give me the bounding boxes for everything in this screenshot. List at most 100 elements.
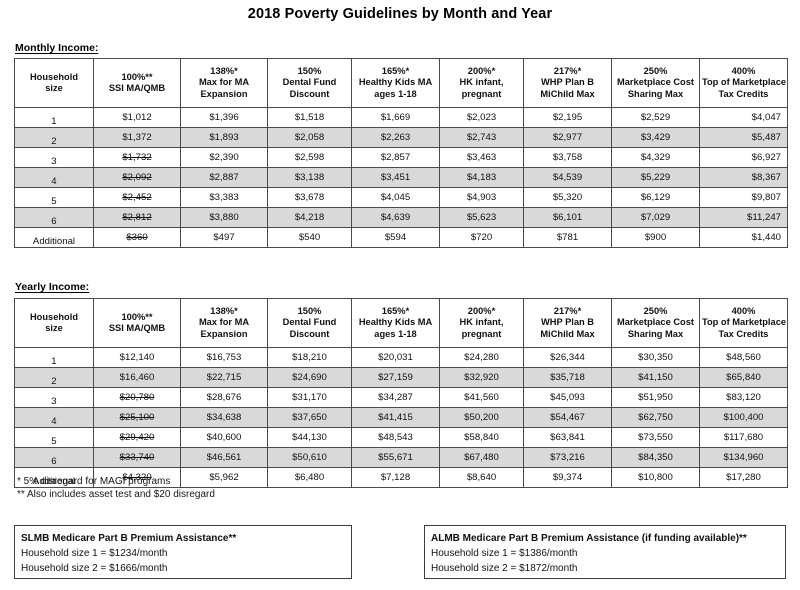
superseded-value: $29,420 <box>119 432 155 443</box>
value-cell: $8,640 <box>439 467 524 488</box>
value-cell: $18,210 <box>267 347 352 368</box>
table-row: 6 $33,740 $46,561 $50,610 $55,671 $67,480 $73,… <box>14 447 788 468</box>
value-cell: $41,150 <box>611 367 700 388</box>
household-size-cell: 2 <box>14 127 94 148</box>
column-header-5: 200%* HK infant, pregnant <box>439 298 524 348</box>
table-row: 3 $1,732 $2,390 $2,598 $2,857 $3,463 $3,758 $4,… <box>14 147 788 168</box>
page-title: 2018 Poverty Guidelines by Month and Yea… <box>247 6 553 22</box>
slmb-household-size-2: Household size 2 = $1666/month <box>21 563 168 574</box>
column-header-line: 165%* <box>381 65 410 76</box>
column-header-5: 200%* HK infant, pregnant <box>439 58 524 108</box>
value-cell: $20,031 <box>351 347 440 368</box>
value-cell: $34,287 <box>351 387 440 408</box>
column-header-line: Max for MA <box>198 317 250 328</box>
column-header-line: 250% <box>643 65 668 76</box>
value-cell: $33,740 <box>93 447 181 468</box>
column-header-3: 150% Dental Fund Discount <box>267 58 352 108</box>
header-row: Household size 100%** SSI MA/QMB 138%* Max fo… <box>14 58 788 108</box>
value-cell: $781 <box>523 227 612 248</box>
value-cell: $32,920 <box>439 367 524 388</box>
value-cell: $3,138 <box>267 167 352 188</box>
column-header-line: Marketplace Cost <box>617 77 694 88</box>
table-row: 1 $1,012 $1,396 $1,518 $1,669 $2,023 $2,195 $2,… <box>14 107 788 128</box>
superseded-value: $20,780 <box>119 392 155 403</box>
superseded-value: $2,452 <box>122 192 152 203</box>
value-cell: $27,159 <box>351 367 440 388</box>
column-header-line: 138%* <box>210 65 238 76</box>
value-cell: $67,480 <box>439 447 524 468</box>
household-size-cell: 3 <box>14 147 94 168</box>
value-cell: $2,977 <box>523 127 612 148</box>
value-cell: $1,440 <box>699 227 788 248</box>
section-label-monthly-income: Monthly Income: <box>15 42 99 54</box>
value-cell: $51,950 <box>611 387 700 408</box>
column-header-0: Household size <box>14 298 94 348</box>
column-header-line: Dental Fund <box>282 77 337 88</box>
value-cell: $35,718 <box>523 367 612 388</box>
value-cell: $4,218 <box>267 207 352 228</box>
value-cell: $1,732 <box>93 147 181 168</box>
column-header-line: 400% <box>731 65 756 76</box>
column-header-line: HK infant, <box>459 77 504 88</box>
monthly-table-header: Household size 100%** SSI MA/QMB 138%* Max fo… <box>14 58 788 108</box>
column-header-line: Top of Marketplace <box>702 317 787 328</box>
column-header-0: Household size <box>14 58 94 108</box>
column-header-line: 400% <box>731 305 756 316</box>
column-header-line: Sharing Max <box>627 328 684 339</box>
column-header-6: 217%* WHP Plan B MiChild Max <box>523 298 612 348</box>
value-cell: $4,047 <box>699 107 788 128</box>
value-cell: $41,560 <box>439 387 524 408</box>
value-cell: $50,200 <box>439 407 524 428</box>
value-cell: $73,216 <box>523 447 612 468</box>
table-row: 2 $16,460 $22,715 $24,690 $27,159 $32,920 $35,… <box>14 367 788 388</box>
value-cell: $2,023 <box>439 107 524 128</box>
value-cell: $10,800 <box>611 467 700 488</box>
column-header-7: 250% Marketplace Cost Sharing Max <box>611 298 700 348</box>
column-header-3: 150% Dental Fund Discount <box>267 298 352 348</box>
column-header-1: 100%** SSI MA/QMB <box>93 58 181 108</box>
column-header-2: 138%* Max for MA Expansion <box>180 58 268 108</box>
column-header-line: Household <box>29 71 79 82</box>
value-cell: $26,344 <box>523 347 612 368</box>
value-cell: $4,045 <box>351 187 440 208</box>
column-header-line: Discount <box>289 328 330 339</box>
value-cell: $6,101 <box>523 207 612 228</box>
value-cell: $17,280 <box>699 467 788 488</box>
value-cell: $31,170 <box>267 387 352 408</box>
household-size-cell: 5 <box>14 187 94 208</box>
value-cell: $73,550 <box>611 427 700 448</box>
column-header-line: SSI MA/QMB <box>108 323 166 333</box>
footnote-asset-test: ** Also includes asset test and $20 disr… <box>17 489 215 500</box>
almb-info-box: ALMB Medicare Part B Premium Assistance … <box>424 525 786 579</box>
value-cell: $41,415 <box>351 407 440 428</box>
value-cell: $6,129 <box>611 187 700 208</box>
value-cell: $2,452 <box>93 187 181 208</box>
column-header-line: WHP Plan B <box>540 77 595 88</box>
value-cell: $65,840 <box>699 367 788 388</box>
value-cell: $48,543 <box>351 427 440 448</box>
almb-box-title: ALMB Medicare Part B Premium Assistance … <box>431 533 747 544</box>
column-header-line: 217%* <box>553 305 582 316</box>
value-cell: $25,100 <box>93 407 181 428</box>
column-header-line: 100%** <box>121 71 153 82</box>
column-header-line: Sharing Max <box>627 88 684 99</box>
value-cell: $5,962 <box>180 467 268 488</box>
column-header-line: 217%* <box>553 65 582 76</box>
household-size-cell: Additional <box>14 227 94 248</box>
value-cell: $2,529 <box>611 107 700 128</box>
value-cell: $7,029 <box>611 207 700 228</box>
value-cell: $100,400 <box>699 407 788 428</box>
value-cell: $84,350 <box>611 447 700 468</box>
table-row: Additional $360 $497 $540 $594 $720 $781 $900 $1… <box>14 227 788 248</box>
column-header-line: 165%* <box>381 305 410 316</box>
section-label-yearly-income: Yearly Income: <box>15 281 90 293</box>
column-header-line: 200%* <box>467 65 496 76</box>
value-cell: $55,671 <box>351 447 440 468</box>
table-row: 4 $25,100 $34,638 $37,650 $41,415 $50,200 $54,… <box>14 407 788 428</box>
value-cell: $11,247 <box>699 207 788 228</box>
value-cell: $3,383 <box>180 187 268 208</box>
almb-household-size-1: Household size 1 = $1386/month <box>431 548 578 559</box>
column-header-line: Household <box>29 311 79 322</box>
value-cell: $1,012 <box>93 107 181 128</box>
column-header-line: 150% <box>297 65 322 76</box>
